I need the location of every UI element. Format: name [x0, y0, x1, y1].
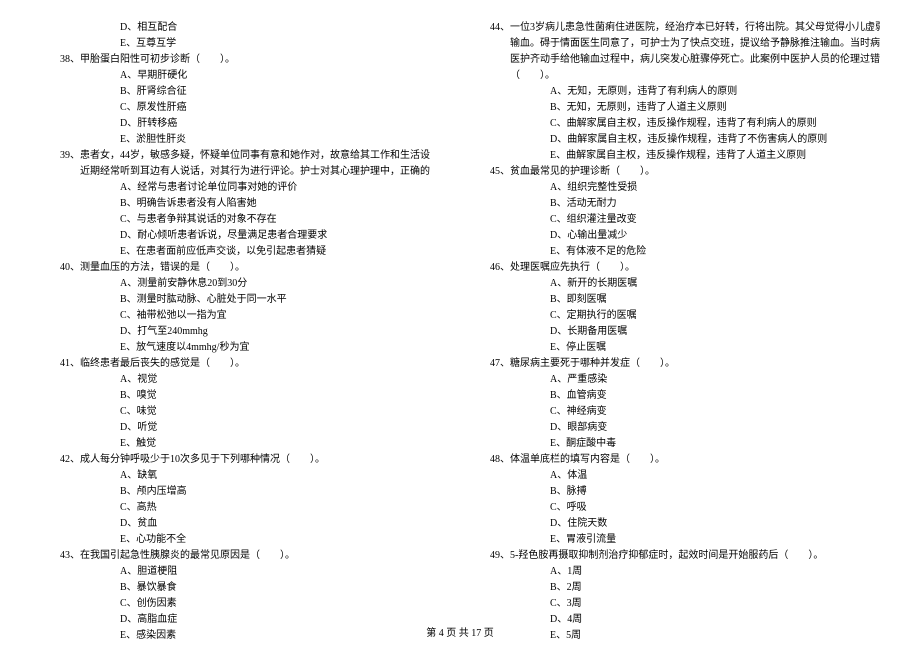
- option: A、视觉: [40, 372, 430, 388]
- option: B、脉搏: [490, 484, 880, 500]
- option: C、创伤因素: [40, 596, 430, 612]
- option: A、胆道梗阻: [40, 564, 430, 580]
- question: 39、患者女，44岁，敏感多疑，怀疑单位同事有意和她作对，故意给其工作和生活设置…: [40, 148, 430, 164]
- question: 46、处理医嘱应先执行（ ）。: [490, 260, 880, 276]
- option: D、住院天数: [490, 516, 880, 532]
- option: D、肝转移癌: [40, 116, 430, 132]
- option: D、眼部病变: [490, 420, 880, 436]
- option: A、经常与患者讨论单位同事对她的评价: [40, 180, 430, 196]
- option: D、听觉: [40, 420, 430, 436]
- option: B、暴饮暴食: [40, 580, 430, 596]
- option: C、味觉: [40, 404, 430, 420]
- option: B、颅内压增高: [40, 484, 430, 500]
- question: 47、糖尿病主要死于哪种并发症（ ）。: [490, 356, 880, 372]
- question-cont: 输血。碍于情面医生同意了，可护士为了快点交班，提议给予静脉推注输血。当时病儿哭闹…: [490, 36, 880, 52]
- question: 44、一位3岁病儿患急性菌痢住进医院，经治疗本已好转，行将出院。其父母觉得小儿虚…: [490, 20, 880, 36]
- option: B、血管病变: [490, 388, 880, 404]
- option: A、严重感染: [490, 372, 880, 388]
- option: D、曲解家属自主权，违反操作规程，违背了不伤害病人的原则: [490, 132, 880, 148]
- option: B、明确告诉患者没有人陷害她: [40, 196, 430, 212]
- option: A、测量前安静休息20到30分: [40, 276, 430, 292]
- option: C、定期执行的医嘱: [490, 308, 880, 324]
- option: E、触觉: [40, 436, 430, 452]
- option: A、1周: [490, 564, 880, 580]
- question: 48、体温单底栏的填写内容是（ ）。: [490, 452, 880, 468]
- option: C、呼吸: [490, 500, 880, 516]
- question: 49、5-羟色胺再摄取抑制剂治疗抑郁症时，起效时间是开始服药后（ ）。: [490, 548, 880, 564]
- option: C、曲解家属自主权，违反操作规程，违背了有利病人的原则: [490, 116, 880, 132]
- option: D、相互配合: [40, 20, 430, 36]
- option: E、曲解家属自主权，违反操作规程，违背了人道主义原则: [490, 148, 880, 164]
- question-cont: （ ）。: [490, 68, 880, 84]
- right-column: 44、一位3岁病儿患急性菌痢住进医院，经治疗本已好转，行将出院。其父母觉得小儿虚…: [490, 20, 880, 600]
- option: C、神经病变: [490, 404, 880, 420]
- option: D、耐心倾听患者诉说，尽量满足患者合理要求: [40, 228, 430, 244]
- question: 38、甲胎蛋白阳性可初步诊断（ ）。: [40, 52, 430, 68]
- option: B、活动无耐力: [490, 196, 880, 212]
- option: E、有体液不足的危险: [490, 244, 880, 260]
- option: A、无知，无原则，违背了有利病人的原则: [490, 84, 880, 100]
- option: B、嗅觉: [40, 388, 430, 404]
- option: A、新开的长期医嘱: [490, 276, 880, 292]
- option: B、无知，无原则，违背了人道主义原则: [490, 100, 880, 116]
- page-columns: D、相互配合E、互尊互学38、甲胎蛋白阳性可初步诊断（ ）。A、早期肝硬化B、肝…: [40, 20, 880, 600]
- page-number: 第 4 页 共 17 页: [0, 626, 920, 642]
- option: D、长期备用医嘱: [490, 324, 880, 340]
- option: E、互尊互学: [40, 36, 430, 52]
- question: 40、测量血压的方法，错误的是（ ）。: [40, 260, 430, 276]
- option: D、贫血: [40, 516, 430, 532]
- option: C、3周: [490, 596, 880, 612]
- option: E、心功能不全: [40, 532, 430, 548]
- option: D、心输出量减少: [490, 228, 880, 244]
- option: E、停止医嘱: [490, 340, 880, 356]
- option: E、淤胆性肝炎: [40, 132, 430, 148]
- option: B、2周: [490, 580, 880, 596]
- option: B、测量时肱动脉、心脏处于同一水平: [40, 292, 430, 308]
- option: C、组织灌注量改变: [490, 212, 880, 228]
- option: C、高热: [40, 500, 430, 516]
- option: E、胃液引流量: [490, 532, 880, 548]
- option: A、早期肝硬化: [40, 68, 430, 84]
- option: E、在患者面前应低声交谈，以免引起患者猜疑: [40, 244, 430, 260]
- option: E、放气速度以4mmhg/秒为宜: [40, 340, 430, 356]
- option: C、原发性肝癌: [40, 100, 430, 116]
- question: 45、贫血最常见的护理诊断（ ）。: [490, 164, 880, 180]
- option: A、体温: [490, 468, 880, 484]
- question-cont: 医护齐动手给他输血过程中，病儿突发心脏骤停死亡。此案例中医护人员的伦理过错是: [490, 52, 880, 68]
- option: C、与患者争辩其说话的对象不存在: [40, 212, 430, 228]
- question: 41、临终患者最后丧失的感觉是（ ）。: [40, 356, 430, 372]
- option: B、肝肾综合征: [40, 84, 430, 100]
- option: C、袖带松弛以一指为宜: [40, 308, 430, 324]
- left-column: D、相互配合E、互尊互学38、甲胎蛋白阳性可初步诊断（ ）。A、早期肝硬化B、肝…: [40, 20, 430, 600]
- question-cont: 近期经常听到耳边有人说话，对其行为进行评论。护士对其心理护理中，正确的是（ ）。: [40, 164, 430, 180]
- option: A、组织完整性受损: [490, 180, 880, 196]
- question: 42、成人每分钟呼吸少于10次多见于下列哪种情况（ ）。: [40, 452, 430, 468]
- option: E、酮症酸中毒: [490, 436, 880, 452]
- question: 43、在我国引起急性胰腺炎的最常见原因是（ ）。: [40, 548, 430, 564]
- option: A、缺氧: [40, 468, 430, 484]
- option: D、打气至240mmhg: [40, 324, 430, 340]
- option: B、即刻医嘱: [490, 292, 880, 308]
